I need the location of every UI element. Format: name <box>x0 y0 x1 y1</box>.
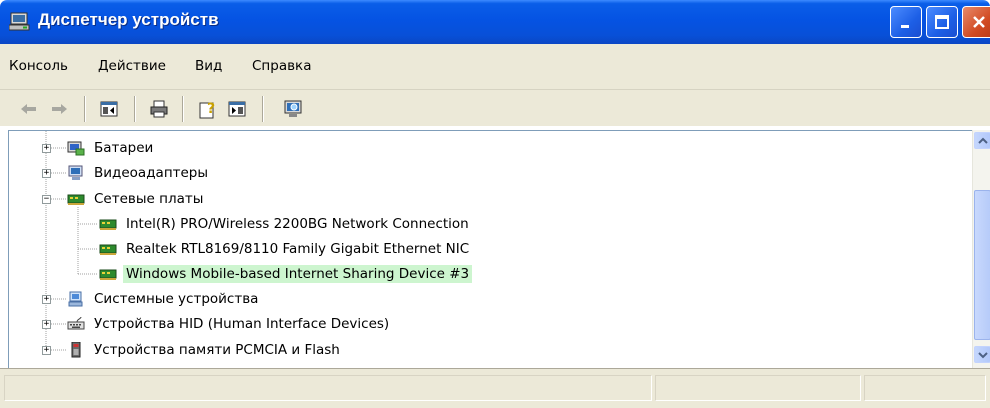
title-bar[interactable]: Диспетчер устройств <box>0 0 990 44</box>
maximize-button[interactable] <box>926 6 958 38</box>
status-bar <box>0 368 990 408</box>
scan-hardware-icon <box>284 100 302 117</box>
network-card-icon <box>99 269 117 280</box>
tree-item-label: Видеоадаптеры <box>94 165 209 181</box>
toolbar-separator <box>84 96 86 122</box>
tree-item-windows-mobile-sharing[interactable]: Windows Mobile-based Internet Sharing De… <box>99 261 473 287</box>
toolbar: ? <box>0 90 990 128</box>
toolbar-separator <box>182 96 184 122</box>
tree-item-network-cards[interactable]: Сетевые платы <box>67 186 206 212</box>
toolbar-separator <box>262 96 264 122</box>
tree-item-hid-devices[interactable]: Устройства HID (Human Interface Devices) <box>67 311 392 337</box>
menu-action[interactable]: Действие <box>98 58 166 74</box>
display-adapter-icon <box>68 165 83 180</box>
menu-console[interactable]: Консоль <box>9 58 68 74</box>
collapse-network-cards-button[interactable]: − <box>42 195 51 204</box>
show-hide-console-tree-icon <box>100 101 118 117</box>
help-icon: ? <box>199 101 215 119</box>
properties-pane-icon <box>228 101 246 117</box>
tree-item-realtek-nic[interactable]: Realtek RTL8169/8110 Family Gigabit Ethe… <box>99 236 472 262</box>
menu-bar: Консоль Действие Вид Справка <box>0 44 990 90</box>
maximize-icon <box>935 15 949 29</box>
print-icon <box>150 100 168 118</box>
tree-item-pcmcia-flash[interactable]: Устройства памяти PCMCIA и Flash <box>67 337 343 363</box>
show-hide-tree-button[interactable] <box>98 98 120 120</box>
toolbar-separator <box>134 96 136 122</box>
scroll-up-button[interactable] <box>974 132 990 149</box>
network-card-icon <box>99 244 117 255</box>
tree-item-display-adapters[interactable]: Видеоадаптеры <box>67 160 211 186</box>
print-button[interactable] <box>148 98 170 120</box>
tree-item-label: Устройства памяти PCMCIA и Flash <box>94 342 340 358</box>
flash-memory-icon <box>71 342 81 358</box>
tree-item-label: Intel(R) PRO/Wireless 2200BG Network Con… <box>126 216 469 232</box>
svg-text:?: ? <box>207 101 215 117</box>
forward-button[interactable] <box>48 98 70 120</box>
menu-help[interactable]: Справка <box>252 58 311 74</box>
close-icon <box>973 16 985 28</box>
tree-item-label: Устройства HID (Human Interface Devices) <box>94 316 390 332</box>
chevron-down-icon <box>977 351 988 358</box>
expand-pcmcia-flash-button[interactable]: + <box>42 346 51 355</box>
network-card-icon <box>99 219 117 230</box>
expand-system-devices-button[interactable]: + <box>42 295 51 304</box>
help-button[interactable]: ? <box>198 98 220 120</box>
tree-item-system-devices[interactable]: Системные устройства <box>67 286 261 312</box>
status-cell-tertiary <box>864 375 986 401</box>
forward-arrow-icon <box>52 104 67 114</box>
scroll-thumb[interactable] <box>974 190 990 340</box>
tree-item-label: Сетевые платы <box>94 191 204 207</box>
close-button[interactable] <box>962 6 990 38</box>
minimize-button[interactable] <box>890 6 922 38</box>
minimize-icon <box>901 25 909 28</box>
vertical-scrollbar[interactable] <box>972 130 990 368</box>
tree-item-label: Системные устройства <box>94 291 259 307</box>
tree-item-batteries[interactable]: Батареи <box>67 135 156 161</box>
chevron-up-icon <box>977 137 988 144</box>
window-title: Диспетчер устройств <box>38 10 219 29</box>
network-card-icon <box>67 194 85 205</box>
back-arrow-icon <box>21 104 36 114</box>
system-device-icon <box>68 291 83 307</box>
hid-device-icon <box>67 316 85 330</box>
back-button[interactable] <box>18 98 40 120</box>
status-cell-secondary <box>655 375 861 401</box>
tree-item-label: Батареи <box>94 140 154 156</box>
expand-batteries-button[interactable]: + <box>42 144 51 153</box>
menu-view[interactable]: Вид <box>195 58 222 74</box>
tree-item-label: Windows Mobile-based Internet Sharing De… <box>123 265 473 283</box>
battery-icon <box>67 141 85 156</box>
expand-display-adapters-button[interactable]: + <box>42 169 51 178</box>
device-manager-icon <box>9 12 30 31</box>
status-cell-main <box>4 375 652 401</box>
tree-item-intel-wireless[interactable]: Intel(R) PRO/Wireless 2200BG Network Con… <box>99 211 472 237</box>
tree-item-label: Realtek RTL8169/8110 Family Gigabit Ethe… <box>126 241 470 257</box>
device-tree[interactable]: + Батареи + Видеоадаптеры − Сетевые плат… <box>8 130 972 368</box>
scroll-down-button[interactable] <box>974 346 990 363</box>
properties-pane-button[interactable] <box>226 98 248 120</box>
scan-hardware-button[interactable] <box>282 98 304 120</box>
expand-hid-button[interactable]: + <box>42 320 51 329</box>
